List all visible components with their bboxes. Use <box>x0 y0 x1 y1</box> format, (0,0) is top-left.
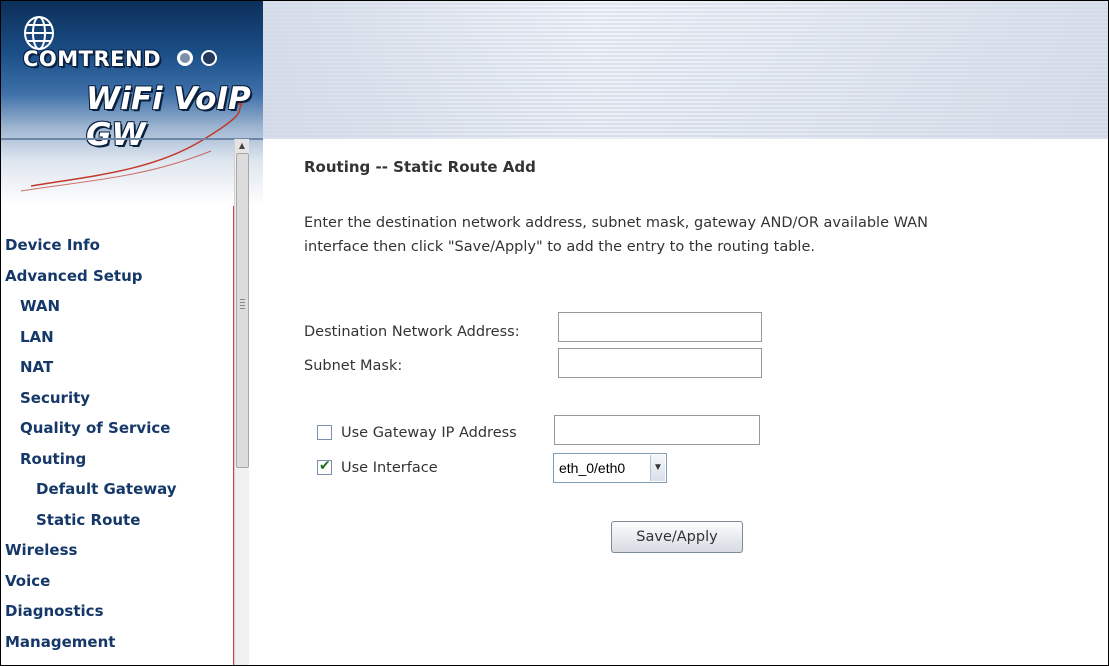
sidebar-item-wireless[interactable]: Wireless <box>1 535 233 566</box>
banner-pattern <box>251 1 1108 139</box>
page-description: Enter the destination network address, s… <box>304 211 1024 259</box>
app-window: COMTREND WiFi VoIP GW Device Info Advance… <box>0 0 1109 666</box>
sidebar-item-default-gateway[interactable]: Default Gateway <box>1 474 233 505</box>
sidebar-item-advanced-setup[interactable]: Advanced Setup <box>1 261 233 292</box>
sidebar-item-wan[interactable]: WAN <box>1 291 233 322</box>
logo-divider <box>1 138 263 140</box>
sidebar-item-static-route[interactable]: Static Route <box>1 505 233 536</box>
scroll-up-arrow-icon[interactable]: ▲ <box>235 139 249 153</box>
subnet-mask-label: Subnet Mask: <box>304 358 403 374</box>
destination-address-input[interactable] <box>558 312 762 342</box>
sidebar-item-lan[interactable]: LAN <box>1 322 233 353</box>
subnet-mask-input[interactable] <box>558 348 762 378</box>
brand-name: COMTREND <box>23 47 162 71</box>
interface-select-value: eth_0/eth0 <box>559 460 626 476</box>
use-interface-checkbox[interactable] <box>317 458 332 475</box>
scroll-grip-icon <box>240 299 245 309</box>
nav-menu: Device Info Advanced Setup WAN LAN NAT Securi… <box>1 230 233 657</box>
gateway-ip-input[interactable] <box>554 415 760 445</box>
sidebar-item-management[interactable]: Management <box>1 627 233 658</box>
sidebar-item-routing[interactable]: Routing <box>1 444 233 475</box>
chevron-down-icon[interactable]: ▼ <box>650 455 665 481</box>
use-gateway-checkbox[interactable] <box>317 425 332 440</box>
sidebar-nav: Device Info Advanced Setup WAN LAN NAT Securi… <box>1 206 234 665</box>
sidebar-item-voice[interactable]: Voice <box>1 566 233 597</box>
sidebar-item-quality-of-service[interactable]: Quality of Service <box>1 413 233 444</box>
use-interface-label: Use Interface <box>341 460 438 476</box>
logo-panel: COMTREND WiFi VoIP GW <box>1 1 263 206</box>
save-apply-button[interactable]: Save/Apply <box>611 521 743 553</box>
scroll-thumb[interactable] <box>236 153 249 468</box>
sidebar-item-diagnostics[interactable]: Diagnostics <box>1 596 233 627</box>
sidebar-scrollbar[interactable]: ▲ <box>234 139 249 665</box>
main-content: Routing -- Static Route Add Enter the de… <box>304 156 1084 553</box>
description-line: Enter the destination network address, s… <box>304 215 928 231</box>
sidebar-item-nat[interactable]: NAT <box>1 352 233 383</box>
sidebar-item-security[interactable]: Security <box>1 383 233 414</box>
brand-dots-graphic <box>177 50 220 70</box>
description-line: interface then click "Save/Apply" to add… <box>304 239 815 255</box>
interface-select[interactable]: eth_0/eth0 ▼ <box>553 453 667 483</box>
sidebar-item-device-info[interactable]: Device Info <box>1 230 233 261</box>
page-title: Routing -- Static Route Add <box>304 158 536 176</box>
use-gateway-label: Use Gateway IP Address <box>341 425 517 441</box>
destination-label: Destination Network Address: <box>304 324 520 340</box>
